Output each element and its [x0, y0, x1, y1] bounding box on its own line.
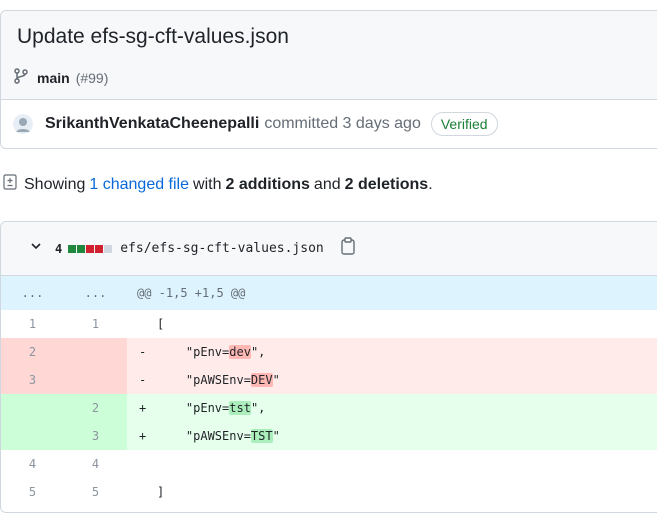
diff-sign: -	[139, 373, 147, 387]
diff-line-add: 3 + "pAWSEnv= TST "	[1, 422, 657, 450]
code-text: "	[272, 373, 280, 387]
code-text: ]	[157, 485, 165, 499]
code-line: ]	[127, 478, 657, 506]
changes-count: 4	[55, 241, 63, 256]
old-line-number[interactable]: 5	[1, 478, 64, 506]
branch-link[interactable]: main	[37, 70, 70, 86]
diff-line-del: 2 - "pEnv= dev ",	[1, 338, 657, 366]
new-line-number[interactable]: 4	[64, 450, 127, 478]
diff-line-ctx: 1 1 [	[1, 310, 657, 338]
old-line-number[interactable]: 1	[1, 310, 64, 338]
diff-sign: +	[139, 401, 147, 415]
commit-title-section: Update efs-sg-cft-values.json main (#99)	[1, 11, 657, 100]
summary-end: .	[428, 175, 433, 193]
expand-down-button[interactable]: ...	[64, 276, 127, 310]
code-text: "	[272, 429, 280, 443]
code-text: "pEnv=	[157, 345, 230, 359]
diffstat-neutral-block	[104, 244, 113, 253]
verified-badge[interactable]: Verified	[430, 112, 498, 136]
diffstat-blocks	[68, 244, 113, 253]
diff-lines: 1 1[2- "pEnv= dev ", 3- "pAWSEnv= DEV " 2 + "pEn…	[1, 310, 657, 506]
code-text: "pAWSEnv=	[157, 429, 251, 443]
diffstat-del-block	[86, 244, 95, 253]
commit-action: committed 3 days ago	[264, 115, 421, 132]
diffstat-add-block	[68, 244, 77, 253]
diff-line-ctx: 5 5]	[1, 478, 657, 506]
diff-line-add: 2 + "pEnv= tst ",	[1, 394, 657, 422]
code-highlight: DEV	[250, 373, 273, 387]
code-text: [	[157, 317, 165, 331]
code-line: + "pEnv= tst ",	[127, 394, 657, 422]
commit-title: Update efs-sg-cft-values.json	[17, 25, 289, 48]
old-line-number[interactable]	[1, 422, 64, 450]
code-line: - "pEnv= dev ",	[127, 338, 657, 366]
code-text: ",	[250, 401, 266, 415]
avatar[interactable]	[13, 114, 33, 134]
diff-summary: Showing 1 changed file with 2 additions …	[2, 174, 433, 195]
old-line-number[interactable]	[1, 394, 64, 422]
summary-showing: Showing	[24, 175, 86, 193]
deletions-count: 2 deletions	[344, 175, 429, 193]
diff-line-ctx: 44	[1, 450, 657, 478]
old-line-number[interactable]: 2	[1, 338, 64, 366]
file-diff-icon	[2, 174, 24, 195]
new-line-number[interactable]: 1	[64, 310, 127, 338]
new-line-number[interactable]: 5	[64, 478, 127, 506]
branch-info: main (#99)	[13, 68, 108, 87]
code-text: ",	[250, 345, 266, 359]
author-row: SrikanthVenkataCheenepalli committed 3 d…	[13, 112, 498, 136]
chevron-down-icon[interactable]	[29, 239, 43, 258]
code-text: "pAWSEnv=	[157, 373, 251, 387]
summary-with: with	[193, 175, 222, 193]
diff-sign: +	[139, 429, 147, 443]
new-line-number[interactable]: 3	[64, 422, 127, 450]
code-highlight: TST	[250, 429, 273, 443]
new-line-number[interactable]	[64, 366, 127, 394]
diffstat-del-block	[95, 244, 104, 253]
file-name-link[interactable]: efs/efs-sg-cft-values.json	[120, 241, 324, 256]
new-line-number[interactable]	[64, 338, 127, 366]
new-line-number[interactable]: 2	[64, 394, 127, 422]
additions-count: 2 additions	[225, 175, 310, 193]
old-line-number[interactable]: 4	[1, 450, 64, 478]
code-line: + "pAWSEnv= TST "	[127, 422, 657, 450]
diff-sign: -	[139, 345, 147, 359]
expand-up-button[interactable]: ...	[1, 276, 64, 310]
summary-and: and	[313, 175, 341, 193]
hunk-header-row: ... ... @@ -1,5 +1,5 @@	[1, 276, 657, 310]
code-text: "pEnv=	[157, 401, 230, 415]
diff-line-del: 3 - "pAWSEnv= DEV "	[1, 366, 657, 394]
file-header: 4 efs/efs-sg-cft-values.json	[1, 222, 657, 276]
commit-header-box: Update efs-sg-cft-values.json main (#99)…	[0, 10, 657, 149]
author-name[interactable]: SrikanthVenkataCheenepalli	[45, 115, 259, 133]
hunk-header: @@ -1,5 +1,5 @@	[137, 286, 246, 300]
changed-files-link[interactable]: 1 changed file	[89, 176, 189, 194]
copy-path-icon[interactable]	[340, 237, 356, 260]
code-highlight: tst	[229, 401, 251, 415]
pull-request-link[interactable]: (#99)	[76, 70, 109, 86]
diffstat-add-block	[77, 244, 86, 253]
file-diff: 4 efs/efs-sg-cft-values.json ... ... @@ …	[0, 221, 657, 513]
git-branch-icon	[13, 68, 37, 87]
code-line: [	[127, 310, 657, 338]
old-line-number[interactable]: 3	[1, 366, 64, 394]
code-line: - "pAWSEnv= DEV "	[127, 366, 657, 394]
code-highlight: dev	[229, 345, 251, 359]
